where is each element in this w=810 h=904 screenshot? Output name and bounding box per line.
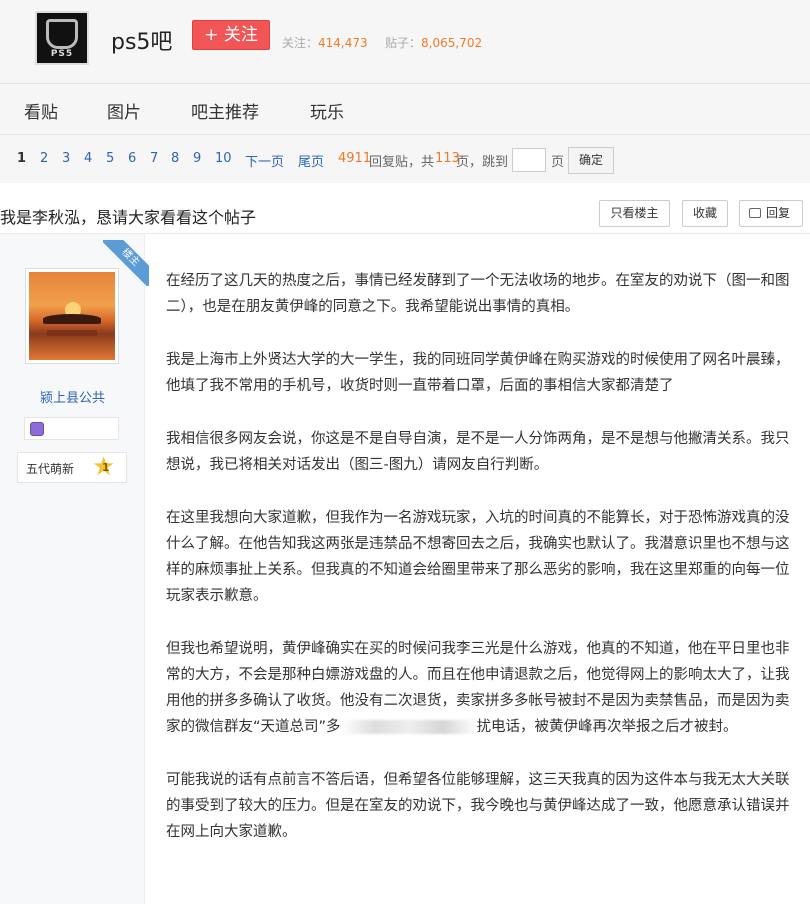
gem-icon[interactable] <box>30 422 44 436</box>
favorite-button[interactable]: 收藏 <box>682 200 728 227</box>
post-paragraph: 可能我说的话有点前言不答后语，但希望各位能够理解，这三天我真的因为这件本与我无太… <box>166 772 790 840</box>
avatar[interactable] <box>25 268 119 364</box>
follow-count: 414,473 <box>318 36 368 50</box>
post-paragraph: 我相信很多网友会说，你这是不是自导自演，是不是一人分饰两角，是不是想与他撇清关系… <box>166 431 790 473</box>
page-link[interactable]: 8 <box>171 151 179 166</box>
page-link[interactable]: 9 <box>193 151 201 166</box>
page-current: 1 <box>17 151 27 166</box>
blurred-text <box>340 720 477 734</box>
post-text-after-blur: 扰电话，被黄伊峰再次举报之后才被封。 <box>476 719 738 735</box>
post-paragraph: 在经历了这几天的热度之后，事情已经发酵到了一个无法收场的地步。在室友的劝说下（图… <box>166 273 790 315</box>
post-content: 在经历了这几天的热度之后，事情已经发酵到了一个无法收场的地步。在室友的劝说下（图… <box>166 268 796 872</box>
page-link[interactable]: 2 <box>40 151 48 166</box>
post-count-label: 贴子： <box>385 36 422 50</box>
post-paragraph: 但我也希望说明，黄伊峰确实在买的时候问我李三光是什么游戏，他真的不知道，他在平日… <box>166 636 796 740</box>
avatar-image <box>29 272 115 360</box>
post-stat: 贴子：8,065,702 <box>385 34 482 51</box>
only-op-button[interactable]: 只看楼主 <box>599 200 670 227</box>
post-paragraph: 在这里我想向大家道歉，但我作为一名游戏玩家，入坑的时间真的不能算长，对于恐怖游戏… <box>166 510 790 604</box>
page-link[interactable]: 5 <box>106 151 114 166</box>
page-link[interactable]: 7 <box>150 151 158 166</box>
reply-count: 4911 <box>338 151 372 166</box>
reply-label: 回复贴，共 <box>369 155 435 170</box>
forum-logo[interactable]: PS5 <box>35 11 89 65</box>
author-icons <box>24 417 119 440</box>
follow-count-label: 关注： <box>282 36 319 50</box>
level-title: 五代萌新 <box>26 462 75 476</box>
level-number: 1 <box>102 461 110 474</box>
playstation-icon <box>46 19 78 49</box>
post-count: 8,065,702 <box>421 36 483 50</box>
follow-stat: 关注：414,473 <box>282 34 368 51</box>
reply-button[interactable]: 回复 <box>739 200 803 227</box>
author-level[interactable]: 五代萌新 ★ 1 <box>17 452 127 483</box>
forum-name[interactable]: ps5吧 <box>111 24 172 56</box>
forum-nav: 看贴 图片 吧主推荐 玩乐 <box>0 84 810 135</box>
tab-posts[interactable]: 看贴 <box>24 98 58 123</box>
next-page-link[interactable]: 下一页 <box>245 151 284 170</box>
page-link[interactable]: 4 <box>84 151 92 166</box>
reply-icon <box>749 208 761 218</box>
reply-button-label: 回复 <box>765 206 790 220</box>
page-link[interactable]: 10 <box>215 151 232 166</box>
post-paragraph: 我是上海市上外贤达大学的大一学生，我的同班同学黄伊峰在购买游戏的时候使用了网名叶… <box>166 352 790 394</box>
tab-games[interactable]: 玩乐 <box>310 98 344 123</box>
pagination: 1 2 3 4 5 6 7 8 9 10 下一页 尾页 4911 回复贴，共 1… <box>0 135 810 183</box>
jump-page-input[interactable] <box>512 148 546 172</box>
forum-header: PS5 ps5吧 + 关注 关注：414,473 贴子：8,065,702 <box>0 0 810 84</box>
pages-unit: 页，跳到 <box>456 155 509 170</box>
page-suffix: 页 <box>551 155 565 170</box>
logo-text: PS5 <box>50 49 74 59</box>
tab-recommended[interactable]: 吧主推荐 <box>191 98 259 123</box>
tab-images[interactable]: 图片 <box>107 98 141 123</box>
follow-button[interactable]: + 关注 <box>192 20 270 50</box>
last-page-link[interactable]: 尾页 <box>298 151 324 170</box>
confirm-jump-button[interactable]: 确定 <box>568 147 614 174</box>
page-link[interactable]: 6 <box>128 151 136 166</box>
thread-title: 我是李秋泓，恳请大家看看这个帖子 <box>0 208 257 227</box>
author-username[interactable]: 颍上县公共 <box>0 387 145 406</box>
page-link[interactable]: 3 <box>62 151 70 166</box>
